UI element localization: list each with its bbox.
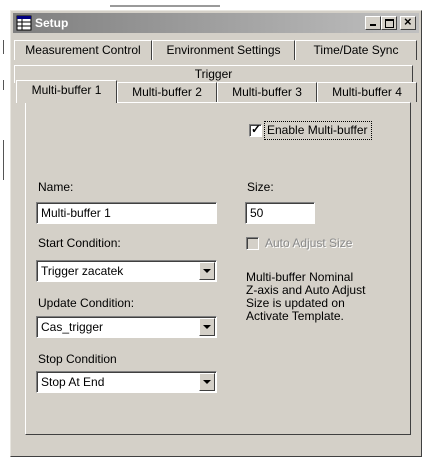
tab-multi-buffer-1[interactable]: Multi-buffer 1 [16,80,117,103]
start-condition-select[interactable]: Trigger zacatek [36,260,217,282]
title-bar[interactable]: Setup × [13,13,419,33]
update-condition-select[interactable]: Cas_trigger [36,316,217,338]
update-condition-label: Update Condition: [38,296,135,310]
close-button[interactable]: × [400,14,416,30]
chevron-down-icon[interactable] [199,318,215,336]
auto-adjust-size-checkbox[interactable] [246,237,259,250]
size-input[interactable]: 50 [245,202,315,224]
close-icon: × [404,14,412,29]
tab-multi-buffer-4[interactable]: Multi-buffer 4 [317,82,417,102]
chevron-down-icon[interactable] [199,373,215,391]
background-strip [0,0,10,461]
maximize-button[interactable] [381,16,397,30]
start-condition-value: Trigger zacatek [41,264,124,278]
enable-multi-buffer-checkbox[interactable]: ✓ [249,122,262,137]
size-label: Size: [247,180,274,194]
checkmark-icon: ✓ [251,122,262,136]
tab-multi-buffer-3[interactable]: Multi-buffer 3 [217,82,317,102]
tab-multi-buffer-2[interactable]: Multi-buffer 2 [117,82,217,102]
name-label: Name: [38,180,74,194]
tab-time-date-sync[interactable]: Time/Date Sync [295,40,417,60]
window-title: Setup [35,16,69,30]
stop-condition-label: Stop Condition [38,352,117,366]
background-tick [3,80,4,90]
auto-adjust-size-label[interactable]: Auto Adjust Size [265,236,352,250]
minimize-button[interactable] [365,16,381,30]
note-line: Activate Template. [246,309,344,323]
stop-condition-select[interactable]: Stop At End [36,371,217,393]
tab-environment-settings[interactable]: Environment Settings [152,40,295,60]
start-condition-label: Start Condition: [38,236,121,250]
size-note: Multi-buffer Nominal Z-axis and Auto Adj… [246,271,365,323]
background-tick [3,40,4,54]
name-input[interactable]: Multi-buffer 1 [36,202,217,224]
background-line [110,5,220,7]
tab-row-3: Multi-buffer 1 Multi-buffer 2 Multi-buff… [16,80,417,103]
table-icon [16,15,32,31]
chevron-down-icon[interactable] [199,262,215,280]
enable-multi-buffer-label[interactable]: Enable Multi-buffer [267,123,368,137]
update-condition-value: Cas_trigger [41,320,104,334]
stop-condition-value: Stop At End [41,375,105,389]
background-tick [3,140,4,180]
tab-measurement-control[interactable]: Measurement Control [14,40,152,60]
tab-row-1: Measurement Control Environment Settings… [14,40,417,60]
